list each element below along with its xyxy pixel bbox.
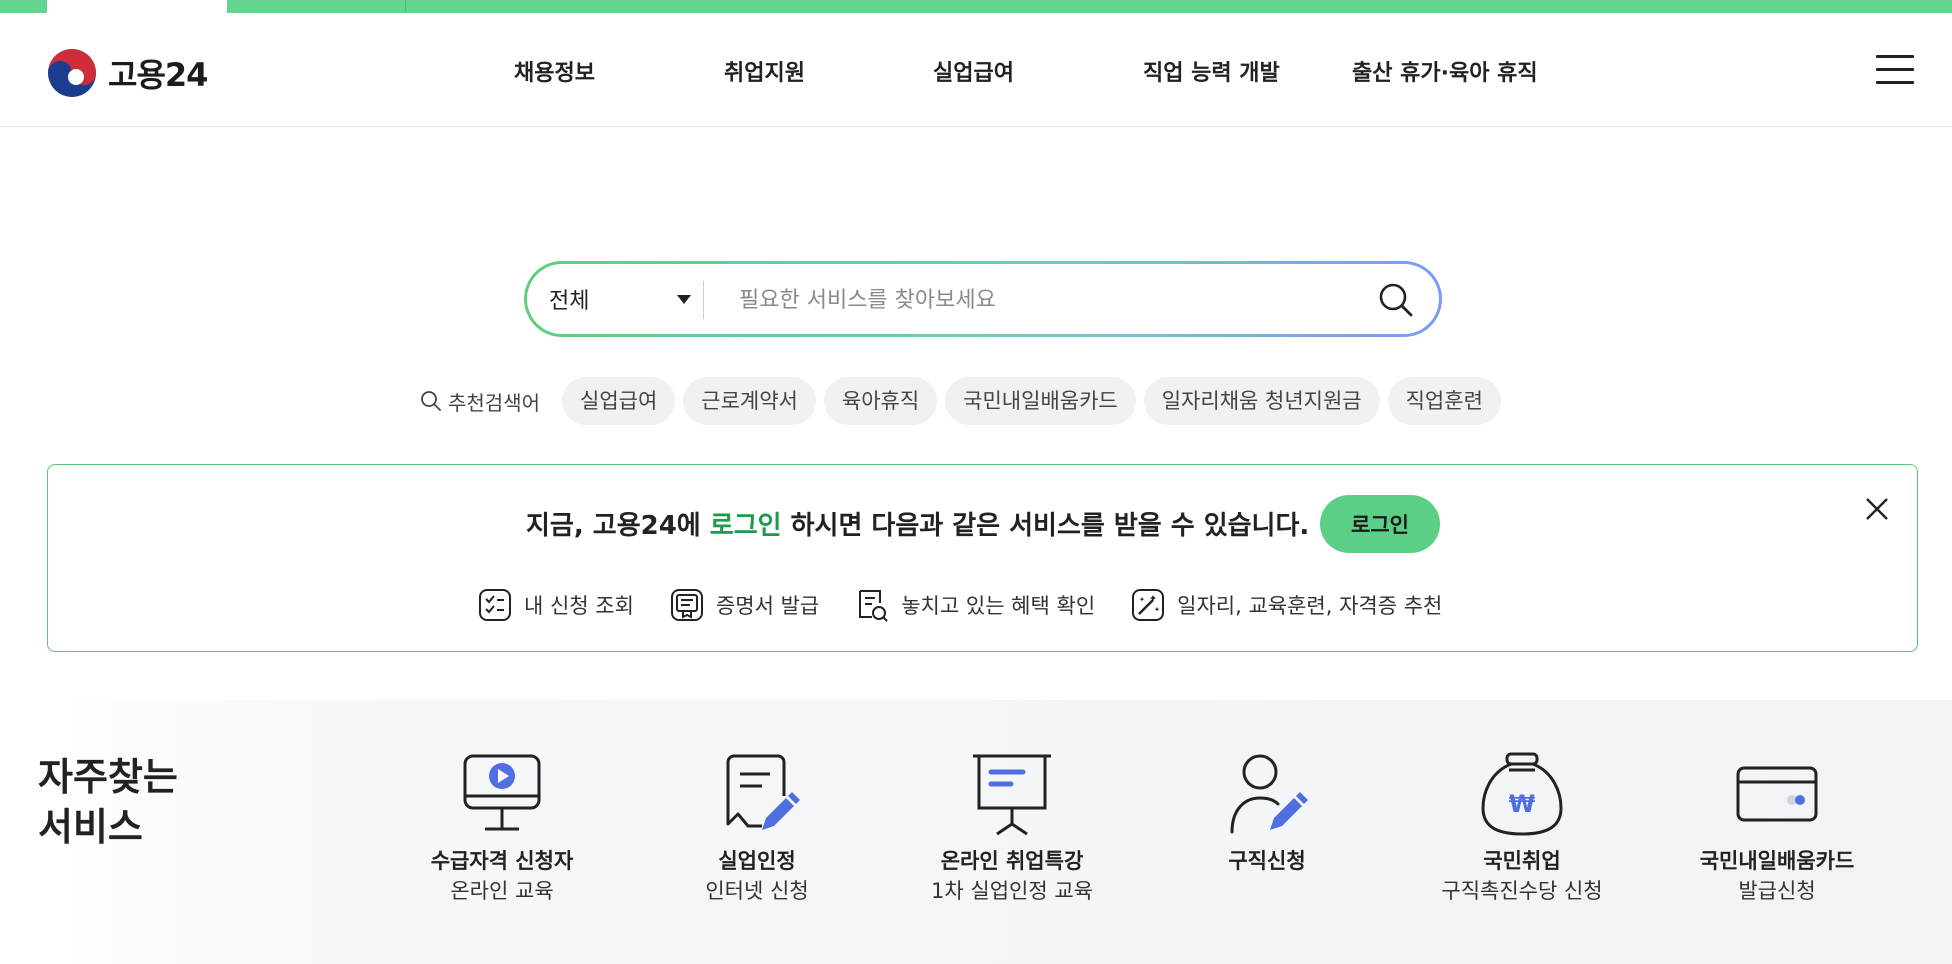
service-line2: 1차 실업인정 교육 [931,879,1093,903]
login-benefits: 내 신청 조회 증명서 발급 놓치고 있는 혜택 확인 일자리, 교육훈련, 자… [478,587,1478,623]
benefit-item: 내 신청 조회 [478,588,634,622]
top-accent-bar [0,0,1952,13]
site-header: 고용24 채용정보 취업지원 실업급여 직업 능력 개발 출산 휴가·육아 휴직 [0,13,1952,127]
search-icon[interactable] [1377,281,1415,319]
search-bar: 전체 [524,261,1442,337]
presentation-board-icon [973,754,1051,836]
service-line1: 실업인정 [718,849,796,873]
logo[interactable]: 고용24 [46,47,208,99]
nav-item-maternity-leave[interactable]: 출산 휴가·육아 휴직 [1352,55,1538,87]
benefit-item: 증명서 발급 [670,588,819,622]
login-banner-message: 지금, 고용24에 로그인 하시면 다음과 같은 서비스를 받을 수 있습니다. [526,505,1309,542]
monitor-play-icon [463,754,541,831]
service-line1: 국민취업 [1483,849,1561,873]
nav-item-unemployment-benefit[interactable]: 실업급여 [933,55,1014,87]
service-unemployment-certification[interactable]: 실업인정 인터넷 신청 [647,750,867,906]
document-search-icon [859,590,888,622]
service-line1: 수급자격 신청자 [430,849,574,873]
keyword-chip[interactable]: 육아휴직 [823,377,938,425]
service-job-application[interactable]: 구직신청 [1157,750,1377,876]
benefit-label: 증명서 발급 [715,594,820,618]
service-online-education[interactable]: 수급자격 신청자 온라인 교육 [392,750,612,906]
nav-item-job-skills[interactable]: 직업 능력 개발 [1143,55,1280,87]
frequent-title-line2: 서비스 [38,805,143,849]
keyword-chip[interactable]: 실업급여 [562,377,676,425]
brand-name: 고용24 [108,56,208,94]
search-category-value: 전체 [549,289,590,314]
document-pen-icon [726,754,800,830]
login-banner: 지금, 고용24에 로그인 하시면 다음과 같은 서비스를 받을 수 있습니다.… [47,464,1918,652]
service-line1: 국민내일배움카드 [1699,849,1855,873]
card-icon [1736,766,1818,822]
magic-wand-icon [1132,589,1165,621]
svg-text:₩: ₩ [1509,790,1536,818]
banner-msg-after: 하시면 다음과 같은 서비스를 받을 수 있습니다. [790,511,1310,541]
service-learning-card[interactable]: 국민내일배움카드 발급신청 [1667,750,1887,906]
service-line2: 인터넷 신청 [705,879,809,903]
service-line2: 구직촉진수당 신청 [1441,879,1603,903]
benefit-label: 일자리, 교육훈련, 자격증 추천 [1177,594,1443,618]
keyword-chip[interactable]: 직업훈련 [1387,377,1501,425]
benefit-item: 놓치고 있는 혜택 확인 [855,587,1095,623]
nav-item-jobs[interactable]: 채용정보 [514,55,595,87]
keyword-chip[interactable]: 일자리채움 청년지원금 [1143,377,1380,425]
top-bar-gap [47,0,227,13]
service-line2: 온라인 교육 [450,879,554,903]
search-input[interactable] [737,276,1341,324]
checklist-icon [479,589,511,621]
top-bar-divider [405,0,406,13]
service-online-lecture[interactable]: 온라인 취업특강 1차 실업인정 교육 [902,750,1122,906]
certificate-icon [670,589,703,621]
recommended-label-text: 추천검색어 [448,390,540,415]
search-divider [703,281,704,319]
taegeuk-logo-icon [48,49,96,97]
benefit-label: 내 신청 조회 [524,594,634,618]
search-category-select[interactable]: 전체 [549,264,699,334]
nav-item-employment-support[interactable]: 취업지원 [724,55,805,87]
banner-msg-before: 지금, 고용24에 [526,511,701,541]
login-button[interactable]: 로그인 [1320,495,1440,553]
keyword-chip[interactable]: 국민내일배움카드 [945,377,1136,425]
benefit-item: 일자리, 교육훈련, 자격증 추천 [1131,588,1442,622]
frequent-services-title: 자주찾는 서비스 [38,752,178,852]
close-icon[interactable] [1862,494,1892,524]
service-job-seeking-allowance[interactable]: ₩ 국민취업 구직촉진수당 신청 [1412,750,1632,906]
service-line1: 구직신청 [1228,849,1306,873]
frequent-title-line1: 자주찾는 [38,755,178,799]
frequent-services: 자주찾는 서비스 수급자격 신청자 온라인 교육 실업인정 인터넷 신청 온라인… [0,700,1952,964]
service-line1: 온라인 취업특강 [940,849,1084,873]
caret-down-icon [677,295,691,304]
banner-msg-highlight: 로그인 [709,511,782,541]
service-line2: 발급신청 [1738,879,1816,903]
search-small-icon [421,391,441,411]
money-bag-icon: ₩ [1481,752,1563,836]
recommended-label: 추천검색어 [420,387,540,416]
hamburger-icon[interactable] [1876,55,1914,87]
keyword-chip[interactable]: 근로계약서 [683,377,816,425]
person-pen-icon [1230,754,1308,834]
recommended-keywords: 추천검색어 실업급여 근로계약서 육아휴직 국민내일배움카드 일자리채움 청년지… [420,377,1509,425]
benefit-label: 놓치고 있는 혜택 확인 [901,594,1096,618]
